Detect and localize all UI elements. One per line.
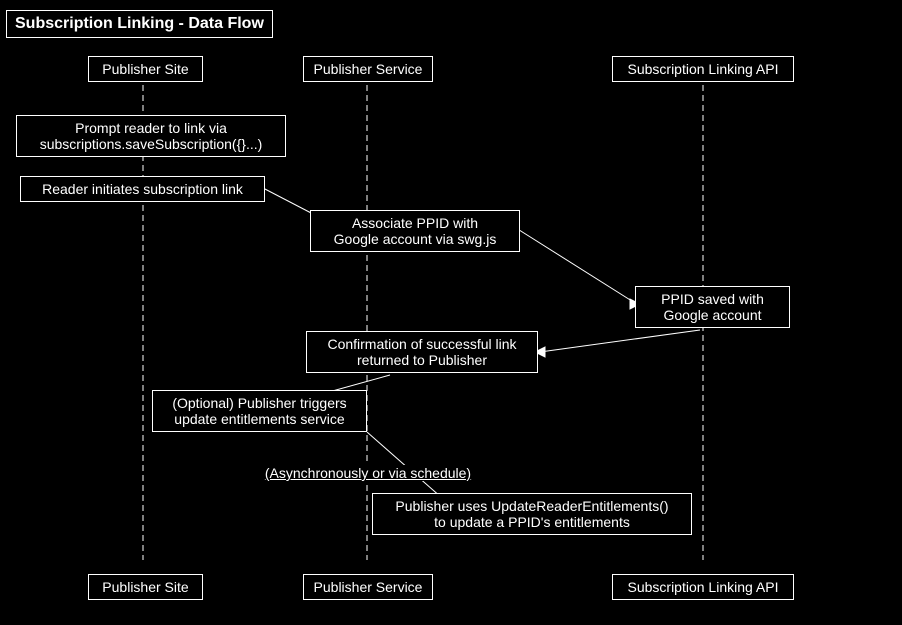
footer-subscription-linking-api: Subscription Linking API — [612, 574, 794, 600]
node-optional-publisher: (Optional) Publisher triggers update ent… — [152, 390, 367, 432]
diagram-title: Subscription Linking - Data Flow — [6, 10, 273, 38]
node-ppid-saved: PPID saved with Google account — [635, 286, 790, 328]
node-associate-ppid: Associate PPID with Google account via s… — [310, 210, 520, 252]
footer-publisher-site: Publisher Site — [88, 574, 203, 600]
footer-publisher-service: Publisher Service — [303, 574, 433, 600]
node-publisher-uses: Publisher uses UpdateReaderEntitlements(… — [372, 493, 692, 535]
node-asynchronously: (Asynchronously or via schedule) — [248, 465, 488, 481]
node-prompt-reader: Prompt reader to link via subscriptions.… — [16, 115, 286, 157]
node-confirmation: Confirmation of successful link returned… — [306, 331, 538, 373]
header-publisher-service: Publisher Service — [303, 56, 433, 82]
diagram-container: Subscription Linking - Data Flow Publish… — [0, 0, 902, 625]
node-reader-initiates: Reader initiates subscription link — [20, 176, 265, 202]
header-publisher-site: Publisher Site — [88, 56, 203, 82]
header-subscription-linking-api: Subscription Linking API — [612, 56, 794, 82]
